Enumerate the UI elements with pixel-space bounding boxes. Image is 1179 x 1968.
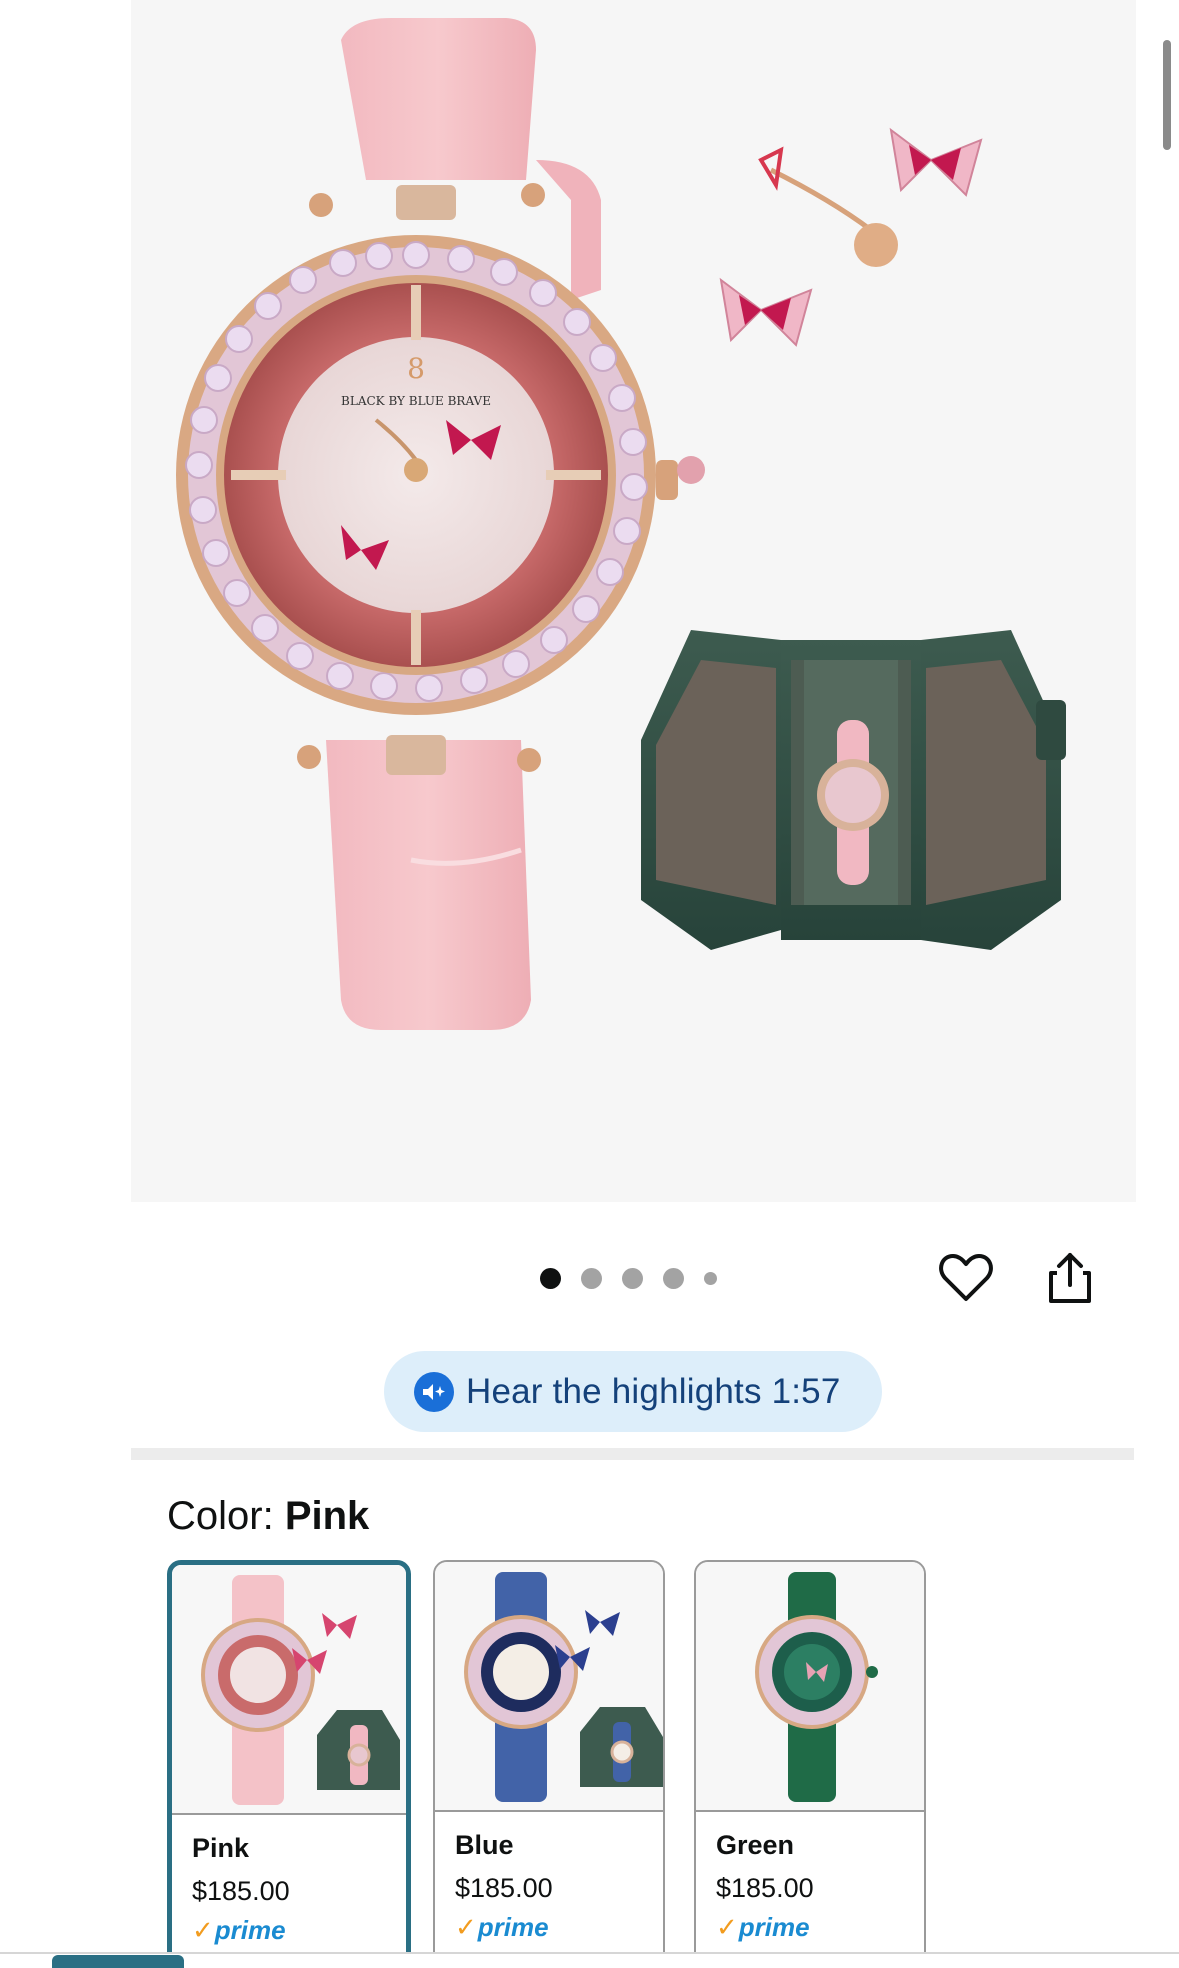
color-option-pink[interactable]: Pink $185.00 ✓ prime: [167, 1560, 411, 1968]
product-image[interactable]: BLACK BY BLUE BRAVE 8: [131, 0, 1136, 1202]
color-option-thumbnail: [696, 1562, 924, 1812]
prime-badge: ✓ prime: [716, 1912, 810, 1942]
svg-text:8: 8: [407, 352, 425, 385]
watch-illustration: BLACK BY BLUE BRAVE 8: [176, 18, 1066, 1030]
carousel-dot-5[interactable]: [704, 1272, 717, 1285]
carousel-dot-4[interactable]: [663, 1268, 684, 1289]
color-option-name: Pink: [192, 1833, 250, 1863]
color-option-price: $185.00: [716, 1873, 814, 1903]
heart-icon: [939, 1254, 993, 1301]
share-button[interactable]: [1040, 1248, 1100, 1308]
image-carousel-dots: [540, 1268, 717, 1289]
prime-check-icon: ✓: [716, 1912, 738, 1942]
color-prefix: Color:: [167, 1494, 285, 1538]
hear-highlights-button[interactable]: Hear the highlights 1:57: [384, 1351, 882, 1432]
carousel-dot-2[interactable]: [581, 1268, 602, 1289]
color-option-price: $185.00: [192, 1876, 290, 1906]
prime-badge: ✓ prime: [455, 1912, 549, 1942]
carousel-dot-3[interactable]: [622, 1268, 643, 1289]
color-option-thumbnail: [172, 1565, 406, 1815]
color-option-thumbnail: [435, 1562, 663, 1812]
section-divider: [131, 1448, 1134, 1460]
prime-check-icon: ✓: [192, 1915, 214, 1945]
color-option-green[interactable]: Green $185.00 ✓ prime: [694, 1560, 926, 1968]
color-option-name: Green: [716, 1830, 795, 1860]
hear-highlights-label: Hear the highlights 1:57: [466, 1371, 841, 1411]
scrollbar-thumb[interactable]: [1163, 40, 1171, 150]
favorite-button[interactable]: [936, 1248, 996, 1308]
carousel-dot-1[interactable]: [540, 1268, 561, 1289]
share-icon: [1049, 1253, 1091, 1303]
selected-color-name: Pink: [284, 1494, 370, 1538]
active-tab-indicator: [52, 1955, 184, 1968]
color-option-blue[interactable]: Blue $185.00 ✓ prime: [433, 1560, 665, 1968]
color-selection-label: Color: Pink: [167, 1494, 369, 1539]
page-scrollbar[interactable]: [1161, 0, 1179, 1968]
dial-brand-text: BLACK BY BLUE BRAVE: [341, 394, 491, 408]
color-option-name: Blue: [455, 1830, 514, 1860]
color-option-price: $185.00: [455, 1873, 553, 1903]
audio-sparkle-icon: [414, 1371, 454, 1412]
prime-check-icon: ✓: [455, 1912, 477, 1942]
prime-badge: ✓ prime: [192, 1915, 286, 1945]
